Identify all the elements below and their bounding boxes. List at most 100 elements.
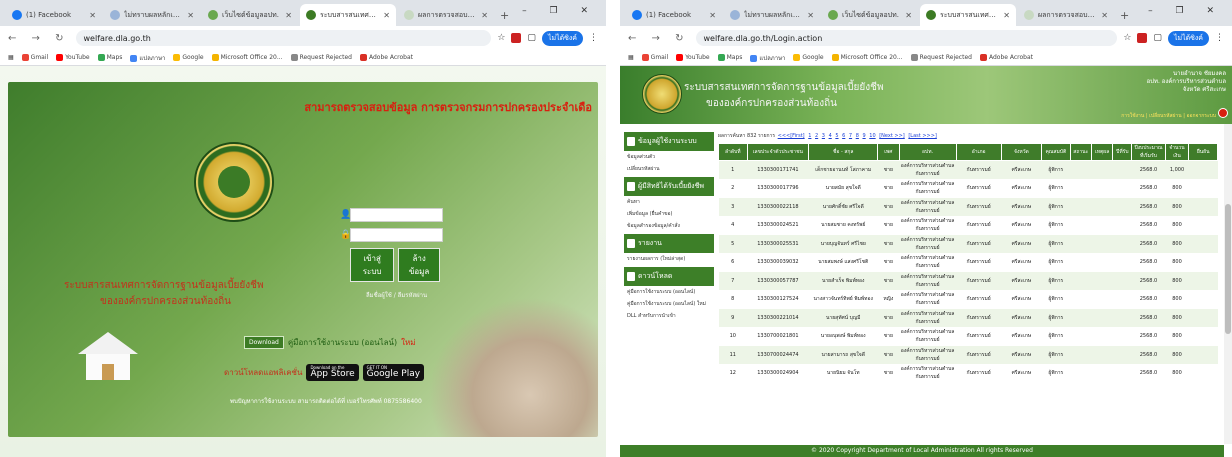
page-link[interactable]: 3 <box>822 133 825 139</box>
password-input[interactable] <box>350 228 443 242</box>
tab[interactable]: ผลการตรวจสอบข้อมูล ✕ <box>1018 4 1114 26</box>
bookmark-item[interactable]: Gmail <box>21 54 48 61</box>
tab[interactable]: เว็บไซต์ข้อมูลอปท. ✕ <box>202 4 298 26</box>
star-icon[interactable]: ☆ <box>1123 33 1131 43</box>
sidebar-item[interactable]: เพิ่มข้อมูล (ยื่นคำขอ) <box>624 208 714 220</box>
manual-link[interactable]: คู่มือการใช้งานระบบ (ออนไลน์) <box>288 336 397 349</box>
table-row[interactable]: 7 1330300057787 นายสำเร็จ พิมพ์ทอง ชาย องค์ก… <box>718 271 1218 291</box>
page-link[interactable]: 2 <box>815 133 818 139</box>
sidebar-heading[interactable]: รายงาน <box>624 234 714 253</box>
tab[interactable]: ไม่ทราบผลหลักเกณฑ์การศึกษา✕ <box>724 4 820 26</box>
close-icon[interactable]: ✕ <box>905 11 912 20</box>
close-icon[interactable]: ✕ <box>187 11 194 20</box>
table-row[interactable]: 9 1330300221014 นายสุทัศน์ บุญมี ชาย องค์การ… <box>718 308 1218 328</box>
nav-buttons-icon[interactable]: ← → ↻ <box>8 33 70 44</box>
page-link[interactable]: 10 <box>869 133 875 139</box>
app-store-button[interactable]: Download on the App Store <box>306 364 359 381</box>
star-icon[interactable]: ☆ <box>497 33 505 43</box>
apps-icon[interactable]: ▦ <box>628 54 634 61</box>
page-link[interactable]: 1 <box>808 133 811 139</box>
table-row[interactable]: 8 1330300127524 นางสาวจันทร์ทิพย์ พิมพ์ทอง… <box>718 290 1218 309</box>
bookmark-item[interactable]: Maps <box>97 54 122 61</box>
tab[interactable]: (1) Facebook ✕ <box>626 4 722 26</box>
url-input[interactable]: welfare.dla.go.th/Login.action <box>695 30 1118 46</box>
new-tab-icon[interactable]: + <box>1120 9 1129 22</box>
table-row[interactable]: 6 1330300039032 นายสมพงษ์ แสงศรีโชติ ชาย องค… <box>718 253 1218 272</box>
bookmark-item[interactable]: Request Rejected <box>910 54 972 61</box>
bookmark-item[interactable]: Request Rejected <box>290 54 352 61</box>
profile-button[interactable]: ไม่ได้ซิงค์ <box>541 30 583 46</box>
logout-icon[interactable] <box>1218 108 1228 118</box>
sidebar-item[interactable]: รายงานผลการ (ใหม่ล่าสุด) <box>624 253 714 265</box>
table-row[interactable]: 11 1330700024474 นายสามารถ สุขใจดี ชาย องค์ก… <box>718 345 1218 365</box>
tab[interactable]: ผลการตรวจสอบข้อมูล ✕ <box>398 4 494 26</box>
bookmark-item[interactable]: Google <box>793 54 824 61</box>
google-play-button[interactable]: GET IT ON Google Play <box>362 364 425 381</box>
page-link[interactable]: 7 <box>849 133 852 139</box>
clear-button[interactable]: ล้างข้อมูล <box>398 248 440 282</box>
next-page-link[interactable]: [Next >>] <box>879 133 905 139</box>
bookmark-item[interactable]: Maps <box>717 54 742 61</box>
sidebar-heading[interactable]: ผู้มีสิทธิได้รับเบี้ยยังชีพ <box>624 177 714 196</box>
extension-icon[interactable] <box>511 33 522 43</box>
table-row[interactable]: 3 1330300022118 นายศักดิ์ชัย ศรีใจดี ชาย องค… <box>718 197 1218 217</box>
extension-icon[interactable] <box>1137 33 1148 43</box>
new-tab-icon[interactable]: + <box>500 9 509 22</box>
tab[interactable]: (1) Facebook ✕ <box>6 4 102 26</box>
table-row[interactable]: 4 1330300024521 นายสมชาย คงทรัพย์ ชาย องค์กา… <box>718 216 1218 235</box>
tab-active[interactable]: ระบบสารสนเทศการจัดการฐานข้อมูล ✕ <box>300 4 396 26</box>
apps-icon[interactable]: ▦ <box>8 54 14 61</box>
account-links[interactable]: การใช้งาน | เปลี่ยนรหัสผ่าน | ออกจากระบบ <box>1121 112 1216 120</box>
login-button[interactable]: เข้าสู่ระบบ <box>350 248 395 282</box>
close-icon[interactable]: ✕ <box>709 11 716 20</box>
page-link[interactable]: 5 <box>835 133 838 139</box>
page-link[interactable]: 9 <box>862 133 865 139</box>
sidebar-item[interactable]: ค้นหา <box>624 196 714 208</box>
sidebar-item[interactable]: คู่มือการใช้งานระบบ (ออนไลน์) ใหม่ <box>624 298 714 310</box>
close-icon[interactable]: ✕ <box>383 11 390 20</box>
bookmark-item[interactable]: แปลภาษา <box>750 53 785 63</box>
sidebar-item[interactable]: ข้อมูลสำรองข้อมูล/คำสั่ง <box>624 220 714 232</box>
scrollbar-thumb[interactable] <box>1225 204 1231 334</box>
first-page-link[interactable]: <<<[First] <box>778 133 805 139</box>
bookmark-item[interactable]: Google <box>173 54 204 61</box>
table-row[interactable]: 2 1330300017796 นายสมัย สุขใจดี ชาย องค์การบ… <box>718 179 1218 198</box>
url-input[interactable]: welfare.dla.go.th <box>75 30 492 46</box>
sidebar-item[interactable]: ข้อมูลส่วนตัว <box>624 151 714 163</box>
scrollbar[interactable] <box>1224 124 1232 444</box>
window-controls[interactable]: – ❐ ✕ <box>1148 6 1224 16</box>
sidebar-item[interactable]: DLL สำหรับการนำเข้า <box>624 310 714 322</box>
bookmark-item[interactable]: Adobe Acrobat <box>359 54 413 61</box>
bookmark-item[interactable]: Gmail <box>641 54 668 61</box>
page-link[interactable]: 4 <box>829 133 832 139</box>
table-row[interactable]: 1 1330300171741 เด็กชายอานนท์ โสภาคาม ชาย อง… <box>718 160 1218 180</box>
table-row[interactable]: 12 1330300024904 นายนิยม จันโท ชาย องค์การบร… <box>718 364 1218 383</box>
puzzle-icon[interactable]: ▢ <box>1153 33 1162 43</box>
page-link[interactable]: 8 <box>856 133 859 139</box>
bookmark-item[interactable]: YouTube <box>56 54 90 61</box>
sidebar-item[interactable]: เปลี่ยนรหัสผ่าน <box>624 163 714 175</box>
sidebar-heading[interactable]: ดาวน์โหลด <box>624 267 714 286</box>
bookmark-item[interactable]: แปลภาษา <box>130 53 165 63</box>
username-input[interactable] <box>350 208 443 222</box>
close-icon[interactable]: ✕ <box>481 11 488 20</box>
table-row[interactable]: 5 1330300025531 นายบุญจันทร์ ศรีไชย ชาย องค์… <box>718 234 1218 254</box>
nav-buttons-icon[interactable]: ← → ↻ <box>628 33 690 44</box>
sidebar-item[interactable]: คู่มือการใช้งานระบบ (ออนไลน์) <box>624 286 714 298</box>
menu-icon[interactable]: ⋮ <box>1215 33 1224 43</box>
bookmark-item[interactable]: YouTube <box>676 54 710 61</box>
close-icon[interactable]: ✕ <box>285 11 292 20</box>
close-icon[interactable]: ✕ <box>1101 11 1108 20</box>
tab[interactable]: เว็บไซต์ข้อมูลอปท. ✕ <box>822 4 918 26</box>
download-button[interactable]: Download <box>244 336 284 349</box>
last-page-link[interactable]: [Last >>>] <box>908 133 936 139</box>
table-row[interactable]: 10 1330700021801 นายอนุพงษ์ พิมพ์ทอง ชาย องค… <box>718 327 1218 346</box>
sidebar-heading[interactable]: ข้อมูลผู้ใช้งานระบบ <box>624 132 714 151</box>
close-icon[interactable]: ✕ <box>807 11 814 20</box>
page-link[interactable]: 6 <box>842 133 845 139</box>
close-icon[interactable]: ✕ <box>1003 11 1010 20</box>
window-controls[interactable]: – ❐ ✕ <box>522 6 598 16</box>
bookmark-item[interactable]: Adobe Acrobat <box>979 54 1033 61</box>
tab-active[interactable]: ระบบสารสนเทศการจัดการฐานข้อมูล ✕ <box>920 4 1016 26</box>
tab[interactable]: ไม่ทราบผลหลักเกณฑ์การศึกษา✕ <box>104 4 200 26</box>
